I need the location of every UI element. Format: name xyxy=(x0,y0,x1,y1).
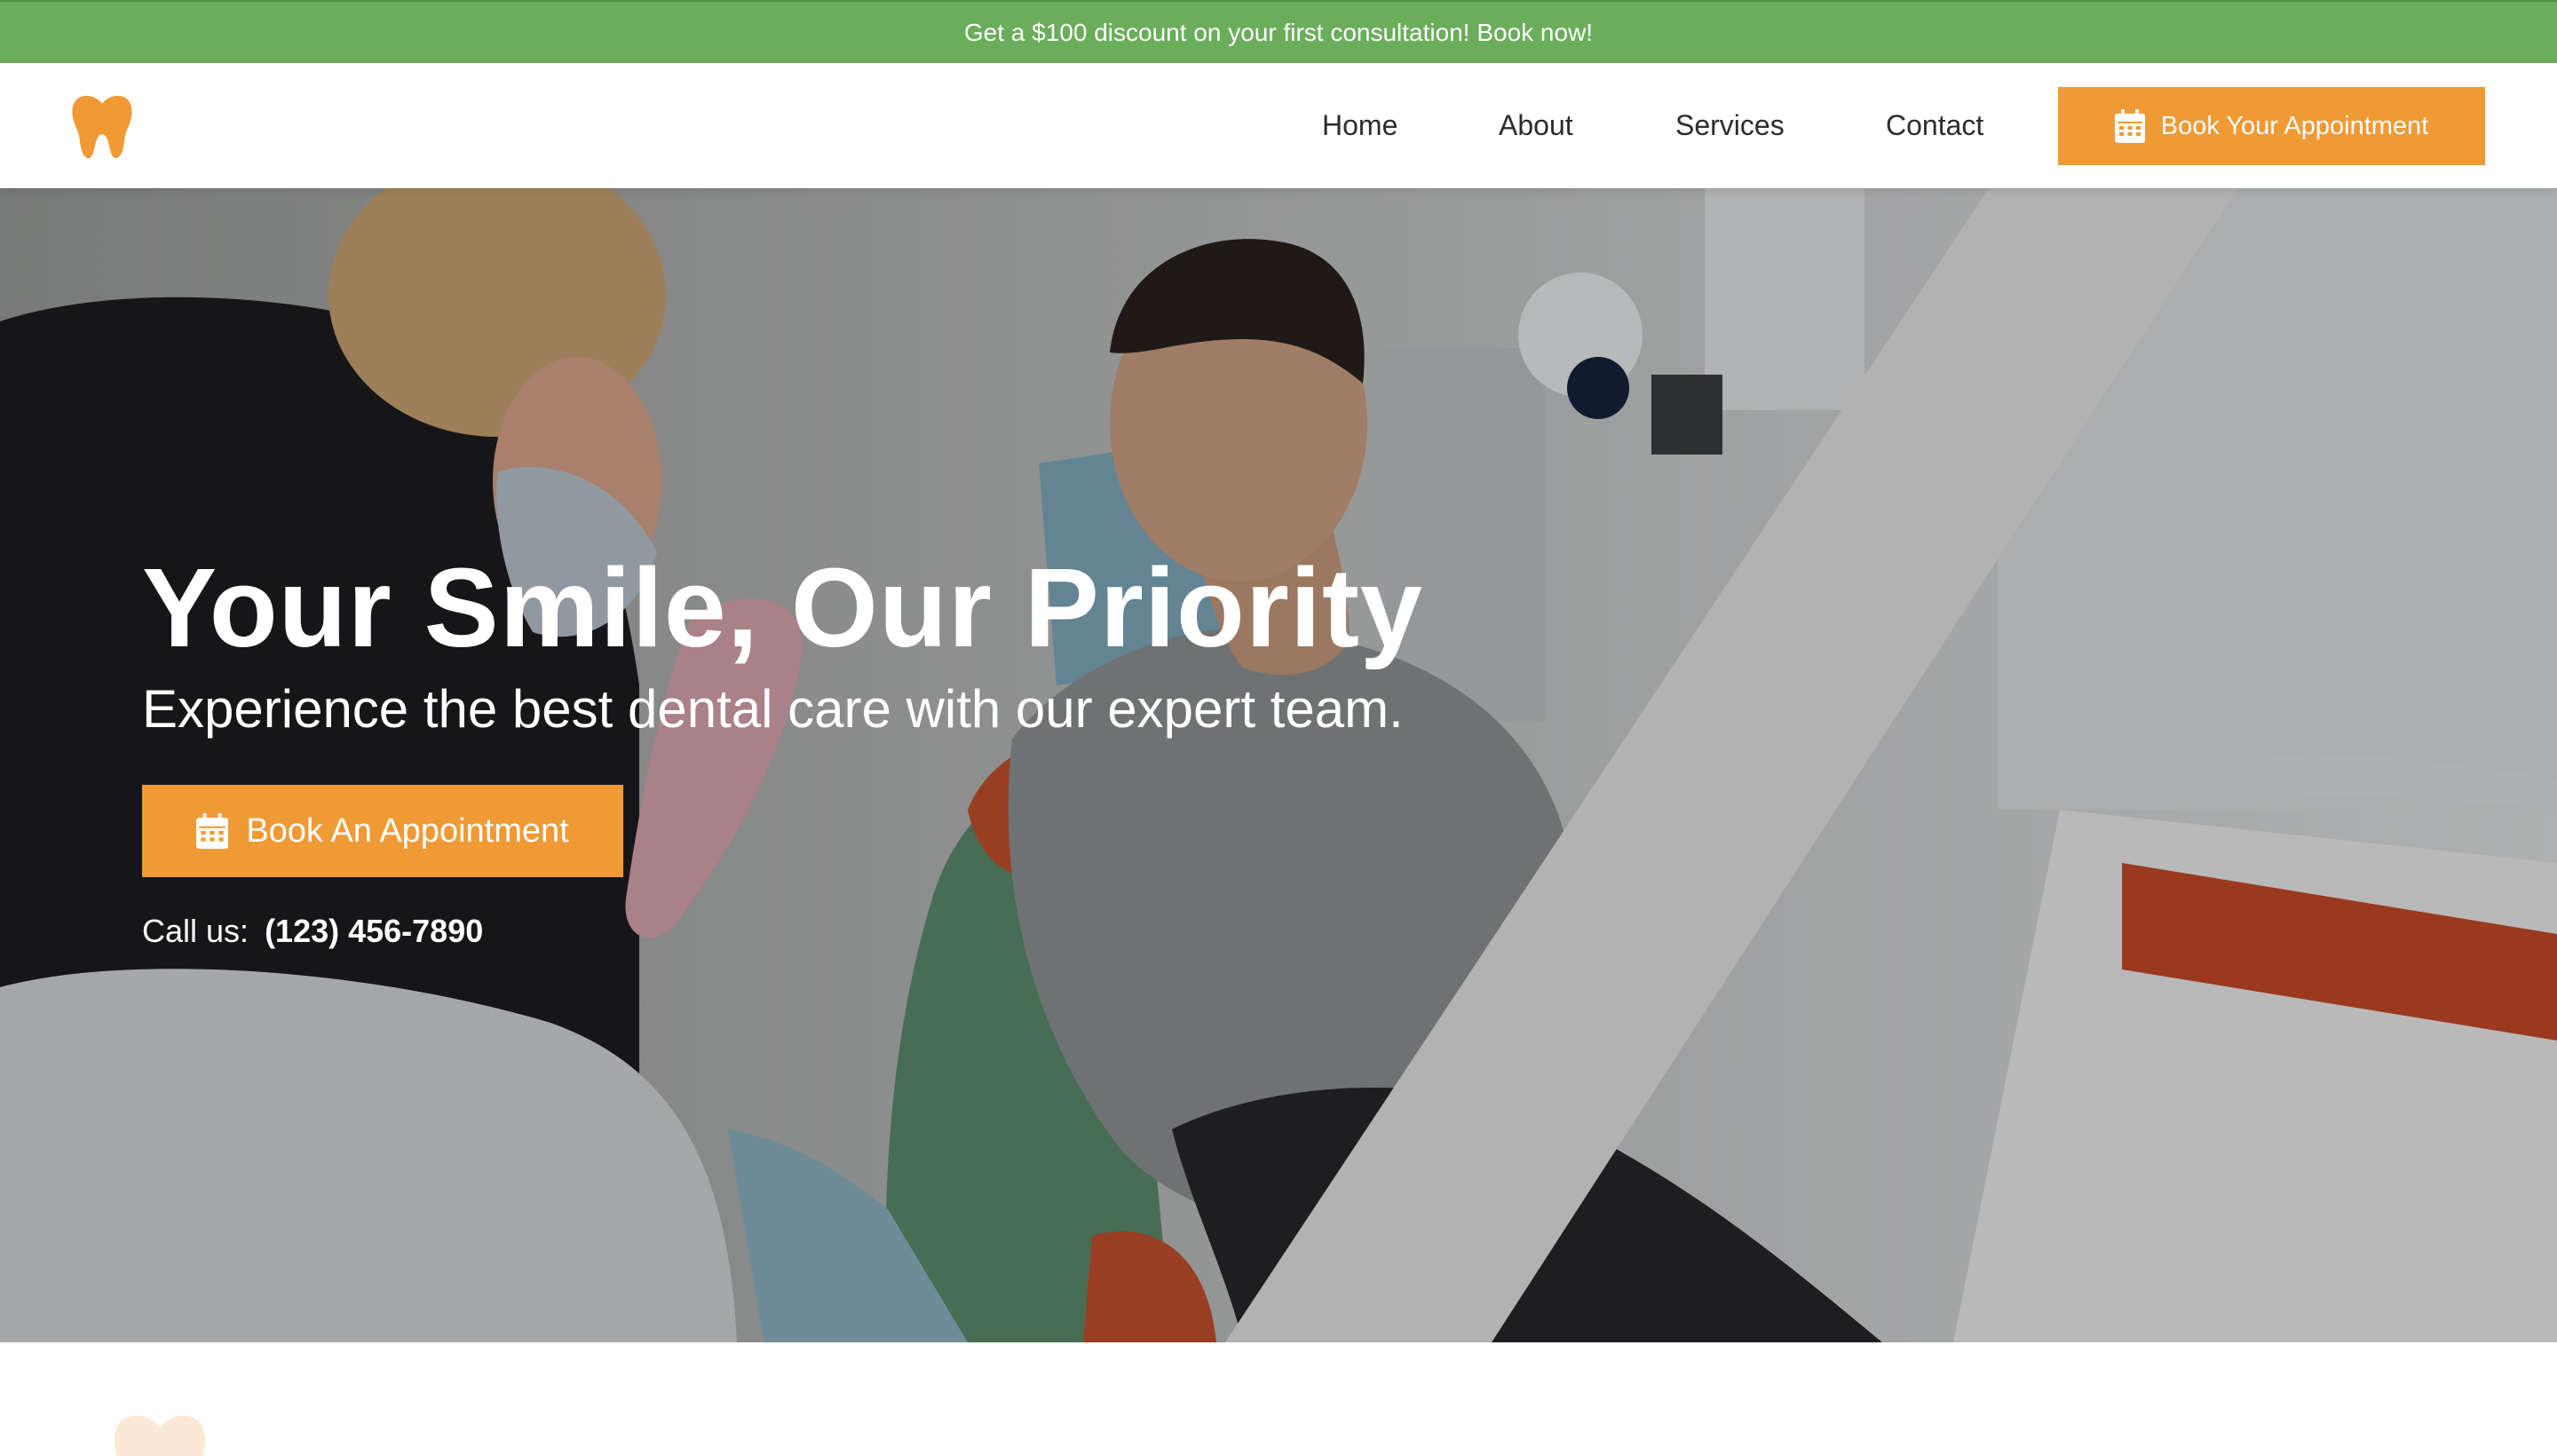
phone-number[interactable]: (123) 456-7890 xyxy=(265,913,483,949)
book-your-appointment-label: Book Your Appointment xyxy=(2160,111,2429,140)
tooth-icon xyxy=(114,1415,206,1456)
hero-title: Your Smile, Our Priority xyxy=(142,545,1423,670)
hero-section: Your Smile, Our Priority Experience the … xyxy=(0,188,2557,1342)
promo-bar[interactable]: Get a $100 discount on your first consul… xyxy=(0,0,2557,63)
next-section xyxy=(0,1342,2557,1456)
nav-services[interactable]: Services xyxy=(1675,63,1785,188)
book-an-appointment-label: Book An Appointment xyxy=(246,811,569,850)
book-an-appointment-button[interactable]: Book An Appointment xyxy=(142,785,623,877)
hero-content: Your Smile, Our Priority Experience the … xyxy=(142,552,1651,950)
nav-contact[interactable]: Contact xyxy=(1886,63,1983,188)
calendar-icon xyxy=(2114,109,2145,143)
call-us-label: Call us: xyxy=(142,913,249,949)
calendar-icon xyxy=(196,812,229,850)
tooth-icon[interactable] xyxy=(71,91,133,162)
promo-text[interactable]: Get a $100 discount on your first consul… xyxy=(964,19,1593,47)
navbar: Home About Services Contact Book Your Ap… xyxy=(0,63,2557,188)
call-us-line: Call us: (123) 456-7890 xyxy=(142,913,1651,950)
book-your-appointment-button[interactable]: Book Your Appointment xyxy=(2058,87,2485,165)
nav-home[interactable]: Home xyxy=(1322,63,1397,188)
hero-subtitle: Experience the best dental care with our… xyxy=(142,679,1404,739)
nav-about[interactable]: About xyxy=(1499,63,1573,188)
